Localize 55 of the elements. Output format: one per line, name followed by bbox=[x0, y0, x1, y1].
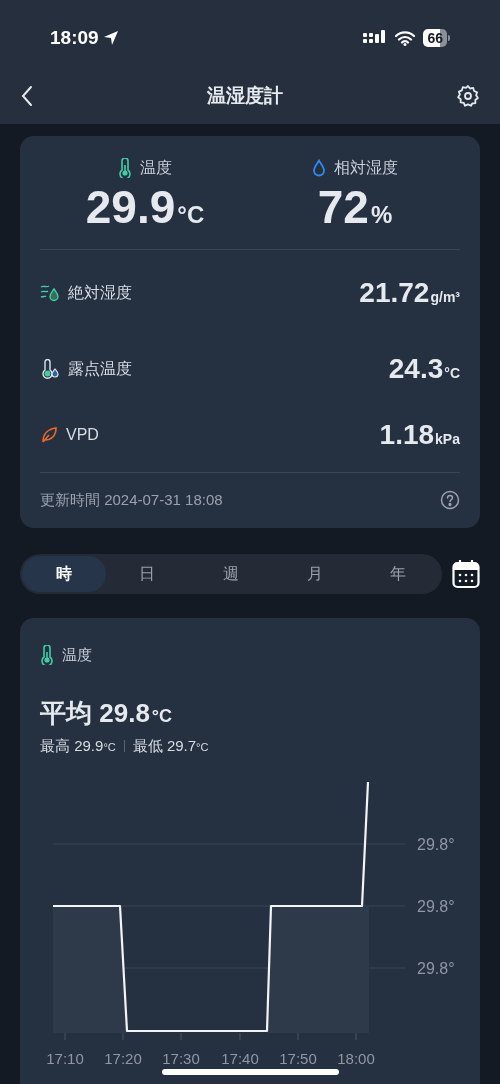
period-tab[interactable]: 日 bbox=[105, 555, 190, 592]
help-button[interactable] bbox=[440, 490, 460, 511]
settings-icon bbox=[456, 84, 480, 108]
stat-text: 最高 29.9°C bbox=[40, 736, 116, 756]
wind-droplet-icon bbox=[40, 284, 60, 302]
calendar-button[interactable] bbox=[452, 558, 480, 589]
metric-label: VPD bbox=[66, 425, 99, 445]
metric-unit: kPa bbox=[435, 430, 460, 449]
y-axis-label: 29.8° bbox=[417, 959, 455, 977]
signal-icon bbox=[363, 30, 388, 46]
period-tab[interactable]: 週 bbox=[189, 555, 273, 592]
back-button[interactable] bbox=[20, 85, 34, 107]
metric-value: 1.18 bbox=[379, 418, 435, 452]
battery-indicator: 66 bbox=[423, 29, 450, 47]
reading-label: 相対湿度 bbox=[334, 158, 398, 178]
stat-text: 最低 29.7°C bbox=[132, 736, 209, 756]
calendar-icon bbox=[452, 558, 480, 589]
y-axis-label: 29.8° bbox=[417, 835, 455, 853]
thermometer-droplet-icon bbox=[40, 359, 60, 379]
settings-button[interactable] bbox=[456, 84, 480, 108]
average-unit: °C bbox=[151, 705, 173, 728]
thermometer-icon bbox=[40, 644, 54, 665]
reading-value: 29.9 bbox=[85, 184, 176, 230]
y-axis-label: 29.8° bbox=[417, 897, 455, 915]
x-axis-label: 17:40 bbox=[221, 1049, 259, 1067]
update-time: 更新時間 2024-07-31 18:08 bbox=[40, 490, 223, 510]
reading-value: 72 bbox=[317, 184, 369, 230]
x-axis-label: 17:50 bbox=[279, 1049, 317, 1067]
location-arrow-icon bbox=[102, 30, 119, 46]
period-tab[interactable]: 時 bbox=[22, 555, 106, 592]
reading-label: 温度 bbox=[140, 158, 172, 178]
average-value: 平均 29.8 bbox=[40, 697, 150, 730]
status-time: 18:09 bbox=[50, 25, 99, 50]
reading-unit: °C bbox=[177, 200, 205, 230]
metric-label: 露点温度 bbox=[68, 359, 132, 379]
reading-unit: % bbox=[370, 200, 393, 230]
period-tab[interactable]: 月 bbox=[272, 555, 357, 592]
metric-unit: °C bbox=[444, 364, 460, 383]
metric-value: 21.72 bbox=[359, 276, 430, 310]
leaf-icon bbox=[40, 426, 58, 444]
back-icon bbox=[20, 85, 34, 107]
wifi-icon bbox=[395, 30, 416, 46]
period-tab[interactable]: 年 bbox=[356, 555, 440, 592]
help-icon bbox=[440, 490, 460, 511]
page-title: 温湿度計 bbox=[207, 83, 283, 108]
thermometer-icon bbox=[118, 158, 132, 178]
x-axis-label: 17:20 bbox=[104, 1049, 142, 1067]
metric-value: 24.3 bbox=[388, 352, 444, 386]
metric-unit: g/m³ bbox=[430, 288, 460, 307]
metric-label: 絶対湿度 bbox=[68, 283, 132, 303]
x-axis-label: 18:00 bbox=[337, 1049, 375, 1067]
droplet-icon bbox=[312, 159, 326, 177]
x-axis-label: 17:30 bbox=[162, 1049, 200, 1067]
x-axis-label: 17:10 bbox=[46, 1049, 84, 1067]
chart-title: 温度 bbox=[62, 644, 92, 665]
